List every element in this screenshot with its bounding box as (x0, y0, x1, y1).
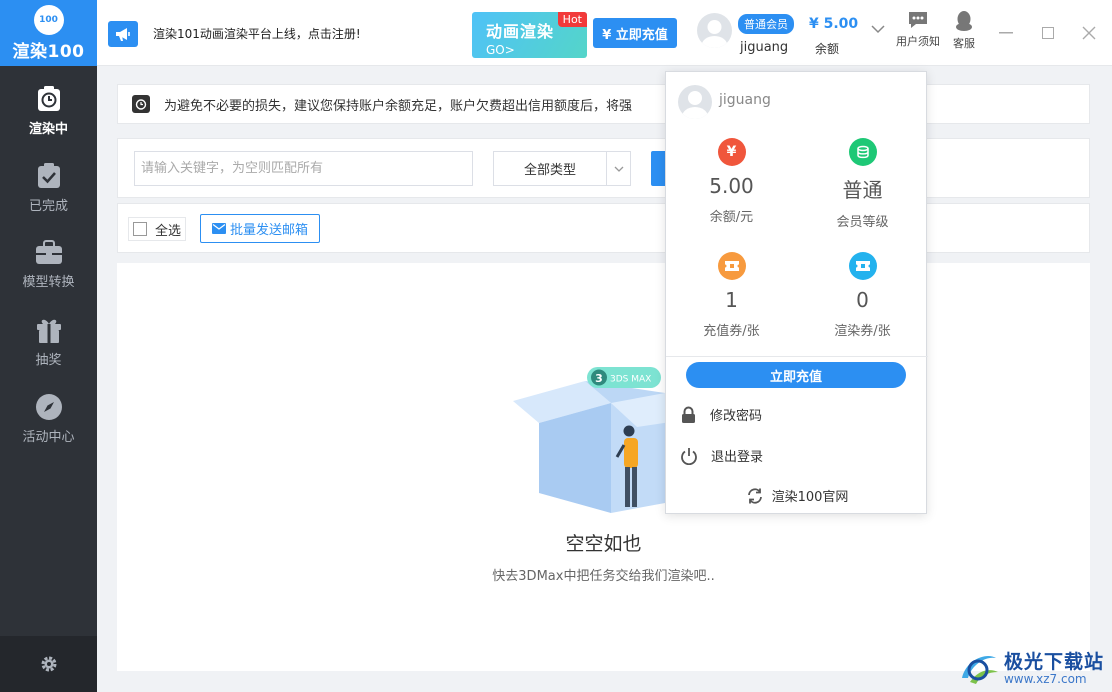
sidebar-item-activity-center[interactable]: 活动中心 (0, 380, 97, 457)
settings-button[interactable] (0, 636, 97, 692)
sidebar-item-lottery[interactable]: 抽奖 (0, 303, 97, 380)
change-password-label: 修改密码 (710, 409, 763, 424)
balance-label: 余额 (815, 42, 840, 56)
stat-value: 0 (856, 288, 869, 312)
empty-title: 空空如也 (565, 533, 642, 555)
logout-label: 退出登录 (711, 450, 764, 465)
briefcase-icon (35, 239, 62, 264)
maximize-icon[interactable] (1042, 27, 1054, 39)
recharge-button[interactable]: ¥ 立即充值 (593, 18, 677, 48)
avatar[interactable] (697, 13, 732, 48)
balance-notice: 为避免不必要的损失，建议您保持账户余额充足，账户欠费超出信用额度后，将强 (117, 84, 1090, 124)
sidebar-item-label: 活动中心 (22, 429, 75, 445)
yen-icon: ¥ (717, 138, 746, 166)
dropdown-username: jiguang (719, 92, 771, 108)
sidebar-item-label: 抽奖 (35, 352, 62, 368)
coins-icon (848, 138, 877, 166)
account-dropdown: jiguang ¥ 5.00 余额/元 普通 会员等级 1 充值券/张 0 渲染… (665, 71, 928, 514)
type-select-value: 全部类型 (523, 163, 576, 178)
username: jiguang (740, 40, 789, 55)
stat-value: 5.00 (709, 174, 754, 198)
badge-number: 3 (595, 372, 603, 385)
chevron-down-icon (606, 152, 630, 185)
official-site-link[interactable]: 渲染100官网 (666, 486, 928, 505)
sidebar-item-label: 已完成 (28, 198, 68, 214)
clipboard-check-icon (37, 162, 60, 188)
dropdown-recharge-button[interactable]: 立即充值 (686, 362, 906, 388)
watermark-logo-icon (961, 655, 998, 684)
ticket-icon (717, 252, 746, 280)
close-icon[interactable] (1082, 26, 1096, 40)
logo-badge: 100 (33, 4, 64, 35)
change-password-item[interactable]: 修改密码 (680, 405, 762, 424)
animation-render-banner[interactable]: 动画渲染 GO> Hot (472, 12, 587, 58)
top-bar: 渲染101动画渲染平台上线，点击注册! 动画渲染 GO> Hot ¥ 立即充值 … (97, 0, 1112, 66)
stat-member-level: 普通 会员等级 (797, 138, 928, 230)
refresh-icon (747, 487, 762, 504)
member-badge: 普通会员 (738, 14, 794, 34)
mail-icon (211, 223, 226, 234)
search-panel: 全部类型 (117, 138, 1090, 198)
sidebar: 100 渲染100 渲染中 已完成 模型转换 抽奖 活动中心 (0, 0, 97, 692)
power-icon (681, 447, 697, 465)
hot-badge: Hot (557, 12, 587, 27)
customer-service-button[interactable]: 客服 (939, 10, 989, 51)
gear-icon (41, 656, 56, 672)
watermark-title: 极光下载站 (1003, 651, 1104, 673)
lock-icon (682, 406, 695, 423)
megaphone-icon[interactable] (108, 21, 138, 47)
chat-icon (909, 12, 927, 28)
chevron-down-icon[interactable] (871, 24, 885, 34)
sidebar-item-model-convert[interactable]: 模型转换 (0, 226, 97, 303)
batch-email-button[interactable]: 批量发送邮箱 (200, 214, 320, 243)
stat-balance: ¥ 5.00 余额/元 (666, 138, 797, 225)
batch-email-label: 批量发送邮箱 (229, 223, 308, 238)
user-notice-label: 用户须知 (896, 35, 940, 48)
clock-icon (37, 85, 60, 111)
minimize-icon[interactable] (999, 32, 1013, 34)
watermark: 极光下载站 www.xz7.com (958, 647, 1104, 686)
qq-penguin-icon (956, 11, 972, 31)
sidebar-item-label: 模型转换 (22, 274, 75, 290)
compass-icon (35, 393, 62, 420)
avatar (678, 85, 712, 119)
empty-description: 快去3DMax中把任务交给我们渲染吧.. (492, 569, 715, 584)
banner-go: GO> (486, 43, 515, 57)
logout-item[interactable]: 退出登录 (680, 446, 763, 465)
checkbox-box (133, 222, 147, 236)
stat-label: 会员等级 (836, 215, 889, 230)
sidebar-item-completed[interactable]: 已完成 (0, 149, 97, 226)
watermark-url: www.xz7.com (1003, 672, 1087, 686)
customer-service-label: 客服 (953, 37, 975, 50)
badge-text: 3DS MAX (610, 375, 651, 385)
stat-label: 充值券/张 (703, 324, 760, 339)
sidebar-item-rendering[interactable]: 渲染中 (0, 72, 97, 149)
divider (666, 356, 928, 357)
gift-icon (36, 319, 61, 343)
official-site-label: 渲染100官网 (771, 490, 849, 505)
select-all-checkbox[interactable]: 全选 (128, 217, 187, 241)
ticket-icon (848, 252, 877, 280)
task-list-empty: 3 3DS MAX 空空如也 快去3DMax中把任务交给我们渲染吧.. (117, 263, 1090, 671)
balance-amount: ¥ 5.00 (809, 16, 859, 32)
search-input[interactable] (134, 151, 473, 186)
timer-icon (132, 95, 150, 113)
notice-text: 为避免不必要的损失，建议您保持账户余额充足，账户欠费超出信用额度后，将强 (164, 98, 633, 114)
logo-text: 渲染100 (12, 41, 85, 62)
stat-recharge-coupons: 1 充值券/张 (666, 252, 797, 339)
select-all-label: 全选 (155, 223, 182, 239)
action-bar: 全选 批量发送邮箱 (117, 203, 1090, 253)
stat-value: 普通 (842, 178, 883, 202)
type-select[interactable]: 全部类型 (493, 151, 631, 186)
stat-value: 1 (725, 288, 738, 312)
stat-label: 渲染券/张 (834, 324, 891, 339)
app-logo: 100 渲染100 (0, 0, 97, 66)
stat-label: 余额/元 (709, 210, 754, 225)
announcement-link[interactable]: 渲染101动画渲染平台上线，点击注册! (153, 25, 361, 42)
user-notice-button[interactable]: 用户须知 (893, 10, 943, 49)
stat-render-coupons: 0 渲染券/张 (797, 252, 928, 339)
sidebar-item-label: 渲染中 (28, 121, 68, 137)
